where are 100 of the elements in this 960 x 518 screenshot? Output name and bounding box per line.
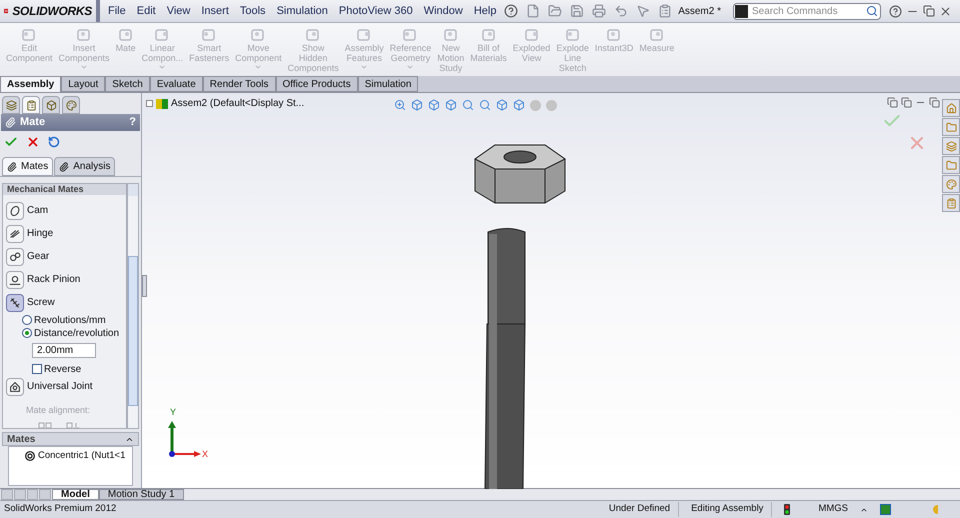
manager-tab[interactable] [22, 96, 40, 114]
command-tab[interactable]: Office Products [276, 76, 358, 92]
task-pane-icon [946, 140, 956, 152]
zoom-icon[interactable] [394, 99, 406, 111]
scrollbar[interactable] [127, 183, 139, 429]
display-style-icon[interactable] [513, 99, 525, 111]
radio-label: Distance/revolution [34, 326, 120, 340]
caret-icon [254, 63, 262, 71]
cube-icon[interactable] [411, 99, 423, 111]
manager-tab[interactable] [42, 96, 60, 114]
command-tab[interactable]: Assembly [0, 76, 62, 92]
tool-icon [118, 27, 134, 43]
units-text[interactable]: MMGS [818, 502, 848, 517]
axis-label: X [202, 448, 208, 461]
print-icon[interactable] [592, 4, 606, 18]
tool-icon [648, 27, 665, 43]
ok-icon[interactable] [4, 135, 18, 149]
menu-item[interactable]: View [166, 2, 190, 20]
split-icon[interactable] [901, 97, 912, 108]
menu-item[interactable]: Tools [240, 2, 266, 20]
document-tab[interactable]: Motion Study 1 [98, 489, 184, 500]
tool-icon [356, 27, 372, 43]
tool-icon [564, 27, 581, 43]
tool-icon [442, 27, 459, 43]
section-title: Mechanical Mates [7, 184, 84, 195]
command-tab[interactable]: Render Tools [202, 76, 276, 92]
options-icon[interactable] [658, 4, 672, 18]
tool-icon [76, 27, 92, 43]
mate-type-icon [8, 250, 22, 264]
zoom-icon[interactable] [462, 99, 474, 111]
mate-type-button[interactable] [6, 378, 24, 396]
restore-icon[interactable] [923, 5, 935, 17]
mate-type-button[interactable] [6, 270, 24, 288]
save-icon[interactable] [570, 4, 584, 18]
tool-icon [305, 27, 322, 43]
menu-item[interactable]: Edit [136, 2, 156, 20]
mate-type-label: Universal Joint [27, 380, 93, 394]
cancel-icon[interactable] [26, 135, 40, 149]
radio-button[interactable] [22, 315, 32, 325]
search-icon [866, 4, 878, 16]
radio-label: Revolutions/mm [34, 314, 106, 328]
mate-type-label: Gear [27, 250, 50, 264]
command-tab[interactable]: Simulation [358, 76, 418, 92]
mate-type-button[interactable] [6, 294, 24, 312]
view-orientation-icon[interactable] [496, 99, 508, 111]
search-field[interactable]: Search Commands [733, 2, 881, 20]
mate-item[interactable]: Concentric1 (Nut1<1 [38, 449, 126, 464]
command-tab[interactable]: Sketch [105, 76, 150, 92]
menu-item[interactable]: Insert [201, 2, 229, 20]
property-tab[interactable]: Mates [2, 157, 54, 176]
menu-item[interactable]: Window [424, 2, 463, 20]
zoom-icon[interactable] [479, 99, 491, 111]
command-tab[interactable]: Layout [61, 76, 106, 92]
task-pane-tab[interactable] [942, 156, 960, 174]
undo-icon[interactable] [614, 4, 628, 18]
property-tab[interactable]: Analysis [54, 157, 116, 176]
paperclip-icon [7, 162, 17, 172]
tool-icon [201, 27, 218, 43]
panel-splitter[interactable] [142, 275, 147, 297]
distance-field[interactable]: 2.00mm [32, 343, 96, 358]
task-pane-tab[interactable] [942, 118, 960, 136]
expand-icon[interactable] [146, 100, 153, 107]
document-tab[interactable]: Model [52, 489, 99, 500]
paperclip-icon [59, 162, 70, 172]
tool-icon [21, 27, 38, 43]
document-title: Assem2 * [678, 4, 721, 18]
restore-icon[interactable] [929, 97, 940, 108]
split-icon[interactable] [887, 97, 898, 108]
open-icon[interactable] [548, 4, 562, 18]
menu-item[interactable]: File [108, 2, 126, 20]
mate-type-button[interactable] [6, 202, 24, 220]
task-pane-tab[interactable] [942, 175, 960, 193]
new-document-icon[interactable] [526, 4, 540, 18]
mate-type-icon [8, 204, 22, 218]
menu-item[interactable]: PhotoView 360 [338, 2, 413, 20]
task-pane-icon [946, 102, 956, 114]
task-pane-tab[interactable] [942, 194, 960, 212]
command-tab[interactable]: Evaluate [150, 76, 203, 92]
mate-type-label: Screw [27, 296, 55, 310]
mate-type-button[interactable] [6, 248, 24, 266]
paperclip-icon [5, 117, 16, 128]
manager-tab[interactable] [2, 96, 20, 114]
mate-type-button[interactable] [6, 224, 24, 242]
tool-icon [480, 27, 497, 43]
menu-item[interactable]: Help [474, 2, 496, 20]
task-pane-tab[interactable] [942, 99, 960, 117]
radio-button[interactable] [22, 328, 32, 338]
undo-icon[interactable] [48, 136, 60, 148]
tool-icon [154, 27, 170, 43]
manager-tab[interactable] [62, 96, 80, 114]
cube-icon[interactable] [428, 99, 440, 111]
task-pane-tab[interactable] [942, 137, 960, 155]
concentric-icon [25, 451, 35, 462]
tree-root[interactable]: Assem2 (Default<Display St... [171, 96, 304, 111]
tool-icon [606, 27, 622, 43]
select-icon[interactable] [636, 4, 650, 18]
close-icon[interactable] [939, 4, 952, 18]
cube-icon[interactable] [445, 99, 457, 111]
menu-item[interactable]: Simulation [276, 2, 328, 20]
checkbox[interactable] [32, 364, 42, 374]
